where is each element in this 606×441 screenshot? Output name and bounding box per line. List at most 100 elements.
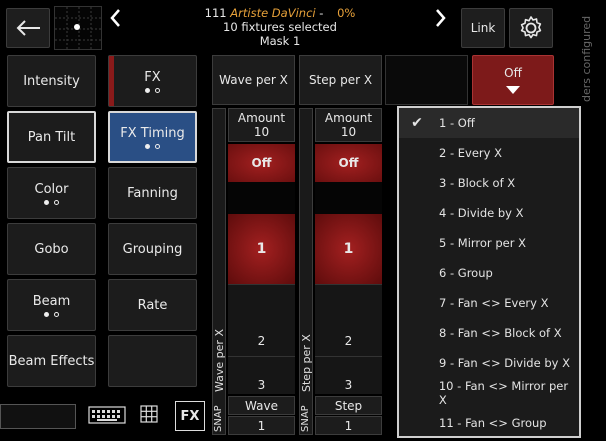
- menu-item-label: 5 - Mirror per X: [439, 236, 526, 250]
- left-tile-pan-tilt[interactable]: Pan Tilt: [7, 111, 96, 163]
- amount-cell: Amount 10: [228, 108, 295, 142]
- fixture-level: 0%: [337, 6, 356, 20]
- fader-value-3[interactable]: 3: [315, 356, 382, 394]
- page-dot-empty: [155, 143, 160, 149]
- mode-dropdown[interactable]: Off: [472, 55, 554, 105]
- fader-value-label: 3: [257, 378, 266, 392]
- page-dots: [145, 143, 160, 149]
- grid-icon: [140, 405, 158, 423]
- column-header-label: Step per X: [308, 73, 373, 87]
- fader-value-3[interactable]: 3: [228, 356, 295, 394]
- tile-label: FX: [144, 69, 161, 85]
- fader-step-per-x[interactable]: Amount 10 Off 1 2 3 Step 1: [315, 108, 382, 435]
- menu-item-label: 10 - Fan <> Mirror per X: [438, 379, 569, 407]
- right-tile-rate[interactable]: Rate: [108, 279, 197, 331]
- tile-label: Beam: [32, 293, 71, 309]
- fx-button[interactable]: FX: [175, 401, 205, 431]
- gear-icon: [520, 16, 542, 39]
- arrow-left-icon: [16, 20, 40, 36]
- footer-name: Wave: [228, 396, 295, 415]
- menu-item[interactable]: 6 - Group: [399, 258, 579, 288]
- dropdown-label: Off: [504, 66, 522, 80]
- fader-value-2[interactable]: 2: [315, 284, 382, 356]
- menu-item[interactable]: 4 - Divide by X: [399, 198, 579, 228]
- tile-label: FX Timing: [120, 125, 185, 141]
- fader-gap: [315, 182, 382, 214]
- fader-value-2[interactable]: 2: [228, 284, 295, 356]
- channel-number: 111: [204, 6, 227, 20]
- menu-item[interactable]: 7 - Fan <> Every X: [399, 288, 579, 318]
- fader-value-label: 1: [256, 241, 267, 257]
- footer-value-label: 1: [344, 418, 353, 433]
- right-tile-grouping[interactable]: Grouping: [108, 223, 197, 275]
- menu-item-label: 1 - Off: [439, 116, 475, 130]
- grid-button[interactable]: [140, 405, 160, 425]
- menu-item[interactable]: 11 - Fan <> Group: [399, 408, 579, 438]
- fader-value-label: 2: [344, 334, 353, 348]
- menu-item[interactable]: ✔ 1 - Off: [399, 108, 579, 138]
- page-dots: [145, 87, 160, 93]
- checkmark-icon: ✔: [411, 115, 423, 131]
- column-header-step-per-x[interactable]: Step per X: [299, 55, 382, 105]
- back-button[interactable]: [6, 8, 50, 48]
- empty-slot: [385, 55, 468, 105]
- page-dot-empty: [155, 87, 160, 93]
- amount-cell: Amount 10: [315, 108, 382, 142]
- footer-value: 1: [315, 416, 382, 435]
- right-tile-fx-timing[interactable]: FX Timing: [108, 111, 197, 163]
- fx-label: FX: [180, 408, 200, 424]
- caret-down-icon: [506, 86, 520, 94]
- left-tile-color[interactable]: Color: [7, 167, 96, 219]
- page-dot-filled: [145, 143, 150, 149]
- menu-item-label: 9 - Fan <> Divide by X: [439, 356, 570, 370]
- chevron-left-icon: [110, 9, 120, 27]
- keyboard-button[interactable]: [88, 404, 126, 428]
- menu-item-label: 8 - Fan <> Block of X: [439, 326, 562, 340]
- column-header-wave-per-x[interactable]: Wave per X: [212, 55, 295, 105]
- fx-active-bar: [109, 56, 114, 106]
- left-tile-beam[interactable]: Beam: [7, 279, 96, 331]
- next-fixture-button[interactable]: [434, 8, 450, 30]
- off-value-button[interactable]: Off: [315, 144, 382, 182]
- amount-label: Amount: [324, 111, 373, 125]
- left-tile-intensity[interactable]: Intensity: [7, 55, 96, 107]
- mode-menu: ✔ 1 - Off 2 - Every X 3 - Block of X 4 - Div…: [397, 106, 581, 438]
- right-tile-empty: [108, 335, 197, 387]
- left-tile-beam-effects[interactable]: Beam Effects: [7, 335, 96, 387]
- title-separator: -: [319, 6, 324, 20]
- fader-value-1[interactable]: 1: [315, 214, 382, 284]
- right-tile-fanning[interactable]: Fanning: [108, 167, 197, 219]
- page-dot-filled: [44, 311, 49, 317]
- menu-item[interactable]: 2 - Every X: [399, 138, 579, 168]
- menu-item[interactable]: 10 - Fan <> Mirror per X: [399, 378, 579, 408]
- fader-value-1[interactable]: 1: [228, 214, 295, 284]
- off-value-label: Off: [338, 156, 359, 170]
- command-input[interactable]: [0, 404, 76, 429]
- tile-label: Intensity: [23, 73, 80, 89]
- chevron-right-icon: [436, 9, 446, 27]
- amount-value: 10: [340, 125, 357, 139]
- off-value-button[interactable]: Off: [228, 144, 295, 182]
- footer-value: 1: [228, 416, 295, 435]
- page-dot-filled: [145, 87, 150, 93]
- left-tile-gobo[interactable]: Gobo: [7, 223, 96, 275]
- right-tile-fx[interactable]: FX: [108, 55, 197, 107]
- xy-grid-icon[interactable]: [54, 6, 103, 51]
- menu-item[interactable]: 3 - Block of X: [399, 168, 579, 198]
- amount-value: 10: [253, 125, 270, 139]
- page-dot-empty: [54, 311, 59, 317]
- menu-item[interactable]: 8 - Fan <> Block of X: [399, 318, 579, 348]
- page-dots: [44, 311, 59, 317]
- settings-button[interactable]: [509, 8, 553, 48]
- fader-value-label: 3: [344, 378, 353, 392]
- menu-item-label: 11 - Fan <> Group: [439, 416, 547, 430]
- fader-wave-per-x[interactable]: Amount 10 Off 1 2 3 Wave 1: [228, 108, 295, 435]
- menu-item[interactable]: 9 - Fan <> Divide by X: [399, 348, 579, 378]
- page-dot-empty: [54, 199, 59, 205]
- menu-item[interactable]: 5 - Mirror per X: [399, 228, 579, 258]
- prev-fixture-button[interactable]: [108, 8, 124, 30]
- link-button[interactable]: Link: [461, 8, 505, 48]
- side-configured-text: ders configured: [580, 15, 593, 102]
- amount-label: Amount: [237, 111, 286, 125]
- menu-item-label: 6 - Group: [439, 266, 493, 280]
